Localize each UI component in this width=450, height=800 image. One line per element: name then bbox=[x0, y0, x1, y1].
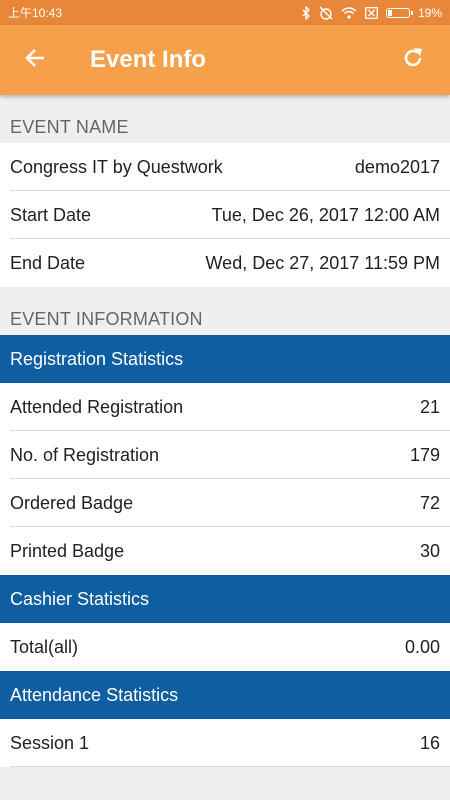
battery-percent: 19% bbox=[417, 5, 442, 20]
session-row: Session 1 16 bbox=[0, 719, 450, 767]
row-value: 0.00 bbox=[404, 636, 440, 657]
row-label: Attended Registration bbox=[10, 396, 184, 417]
start-date-label: Start Date bbox=[10, 204, 92, 225]
row-value: 16 bbox=[419, 732, 440, 753]
event-information-header: EVENT INFORMATION bbox=[10, 309, 203, 329]
refresh-button[interactable] bbox=[388, 25, 438, 95]
attended-registration-row: Attended Registration 21 bbox=[0, 383, 450, 431]
cashier-statistics-header: Cashier Statistics bbox=[0, 575, 450, 623]
status-icons: 19% bbox=[301, 5, 442, 20]
battery-level bbox=[387, 9, 393, 16]
start-date-row: Start Date Tue, Dec 26, 2017 12:00 AM bbox=[0, 191, 450, 239]
status-bar: 上午10:43 19% bbox=[0, 0, 450, 25]
battery-icon bbox=[385, 7, 413, 18]
printed-badge-row: Printed Badge 30 bbox=[0, 527, 450, 575]
alarm-off-icon bbox=[319, 6, 333, 20]
ordered-badge-row: Ordered Badge 72 bbox=[0, 479, 450, 527]
status-time: 上午10:43 bbox=[8, 6, 63, 20]
event-code-value: demo2017 bbox=[354, 156, 440, 177]
wifi-icon bbox=[341, 6, 357, 19]
page-title: Event Info bbox=[90, 46, 207, 73]
row-label: No. of Registration bbox=[10, 444, 160, 465]
event-name-row: Congress IT by Questwork demo2017 bbox=[0, 143, 450, 191]
end-date-row: End Date Wed, Dec 27, 2017 11:59 PM bbox=[0, 239, 450, 287]
row-value: 21 bbox=[419, 396, 440, 417]
event-name-label: Congress IT by Questwork bbox=[10, 156, 223, 177]
row-value: 179 bbox=[409, 444, 440, 465]
end-date-label: End Date bbox=[10, 252, 86, 273]
app-bar: Event Info bbox=[0, 25, 450, 95]
event-name-header: EVENT NAME bbox=[10, 117, 129, 137]
start-date-value: Tue, Dec 26, 2017 12:00 AM bbox=[211, 204, 440, 225]
back-button[interactable] bbox=[0, 25, 70, 95]
row-value: 30 bbox=[419, 540, 440, 561]
total-all-row: Total(all) 0.00 bbox=[0, 623, 450, 671]
refresh-icon bbox=[401, 46, 425, 75]
row-label: Printed Badge bbox=[10, 540, 125, 561]
content: EVENT NAME Congress IT by Questwork demo… bbox=[0, 95, 450, 767]
row-label: Ordered Badge bbox=[10, 492, 134, 513]
row-label: Total(all) bbox=[10, 636, 79, 657]
no-sim-icon bbox=[365, 6, 378, 19]
registration-statistics-header: Registration Statistics bbox=[0, 335, 450, 383]
attendance-statistics-header: Attendance Statistics bbox=[0, 671, 450, 719]
no-of-registration-row: No. of Registration 179 bbox=[0, 431, 450, 479]
arrow-left-icon bbox=[24, 47, 46, 74]
end-date-value: Wed, Dec 27, 2017 11:59 PM bbox=[205, 252, 440, 273]
row-label: Session 1 bbox=[10, 732, 90, 753]
row-value: 72 bbox=[419, 492, 440, 513]
bluetooth-icon bbox=[301, 5, 311, 20]
